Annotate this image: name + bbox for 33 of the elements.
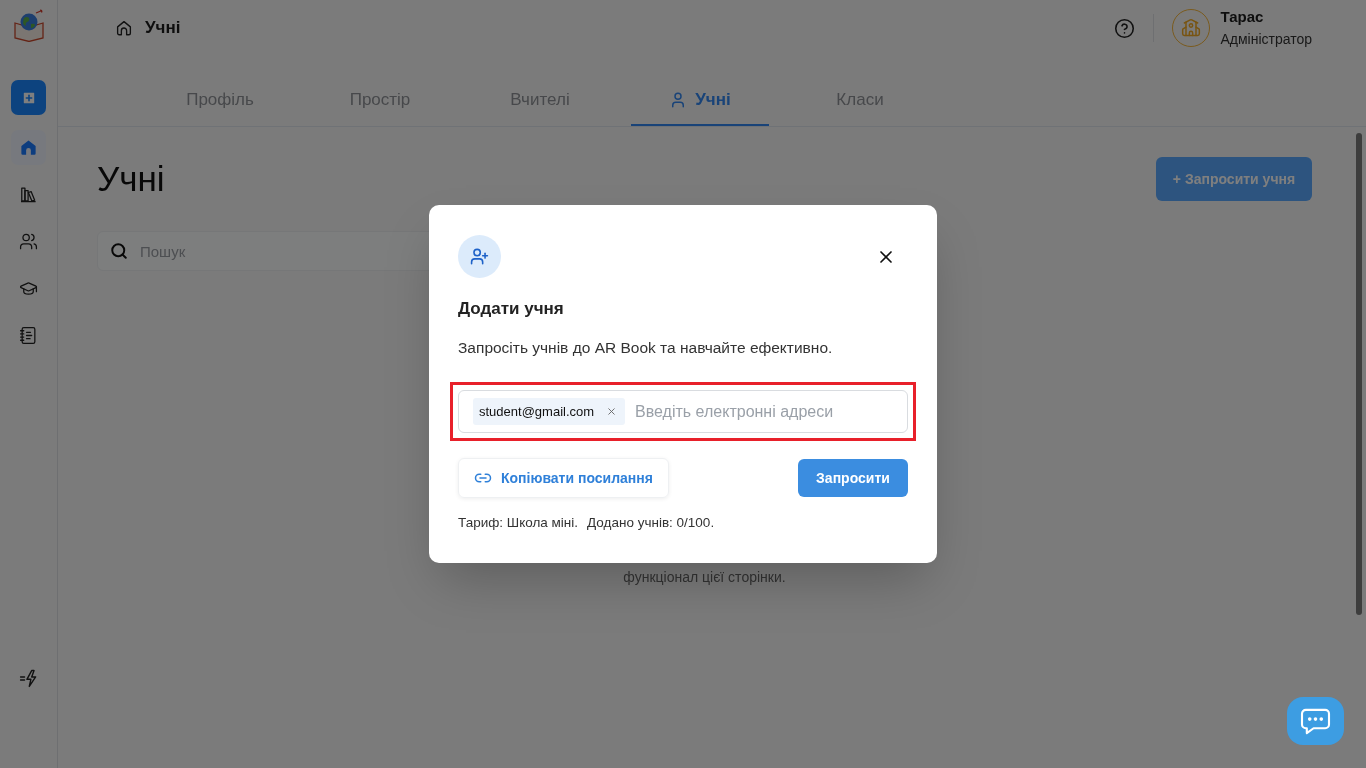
- student-count-text: Додано учнів: 0/100.: [587, 514, 715, 532]
- invite-button[interactable]: Запросити: [798, 459, 908, 497]
- chat-icon: [1300, 707, 1331, 735]
- remove-icon[interactable]: [606, 406, 618, 417]
- copy-link-button[interactable]: Копіювати посилання: [458, 458, 669, 498]
- email-input-field[interactable]: student@gmail.com Введіть електронні адреси: [458, 390, 908, 433]
- home-icon: [19, 138, 38, 157]
- user-name: Тарас: [1220, 7, 1265, 27]
- email-address: student@gmail.com: [479, 402, 595, 421]
- chat-button[interactable]: [1287, 697, 1344, 745]
- users-icon: [19, 232, 38, 251]
- books-icon: [19, 185, 38, 204]
- empty-state-text: функціонал цієї сторінки.: [622, 568, 787, 587]
- graduation-cap-icon: [19, 279, 38, 298]
- zap-icon[interactable]: [19, 669, 38, 688]
- email-entry-input[interactable]: Введіть електронні адреси: [635, 399, 897, 424]
- page-title: Учні: [97, 158, 165, 200]
- search-icon: [110, 242, 128, 260]
- help-icon[interactable]: [1114, 17, 1136, 39]
- plus-square-icon: [20, 89, 37, 106]
- plan-text: Тариф: Школа міні.: [458, 514, 579, 532]
- tab[interactable]: Учні: [631, 76, 769, 126]
- modal-description: Запросіть учнів до AR Book та навчайте ефективно.: [458, 338, 834, 358]
- sidebar-item[interactable]: [11, 130, 46, 165]
- home-icon: [115, 19, 133, 37]
- add-button[interactable]: [11, 80, 46, 115]
- breadcrumb-current: Учні: [145, 17, 181, 40]
- notebook-icon: [19, 326, 38, 345]
- user-role: Адміністратор: [1220, 30, 1312, 49]
- user-plus-icon: [458, 235, 501, 278]
- globe-book-logo: [13, 9, 44, 42]
- modal-title: Додати учня: [458, 298, 565, 320]
- invite-student-button[interactable]: + Запросити учня: [1156, 157, 1312, 201]
